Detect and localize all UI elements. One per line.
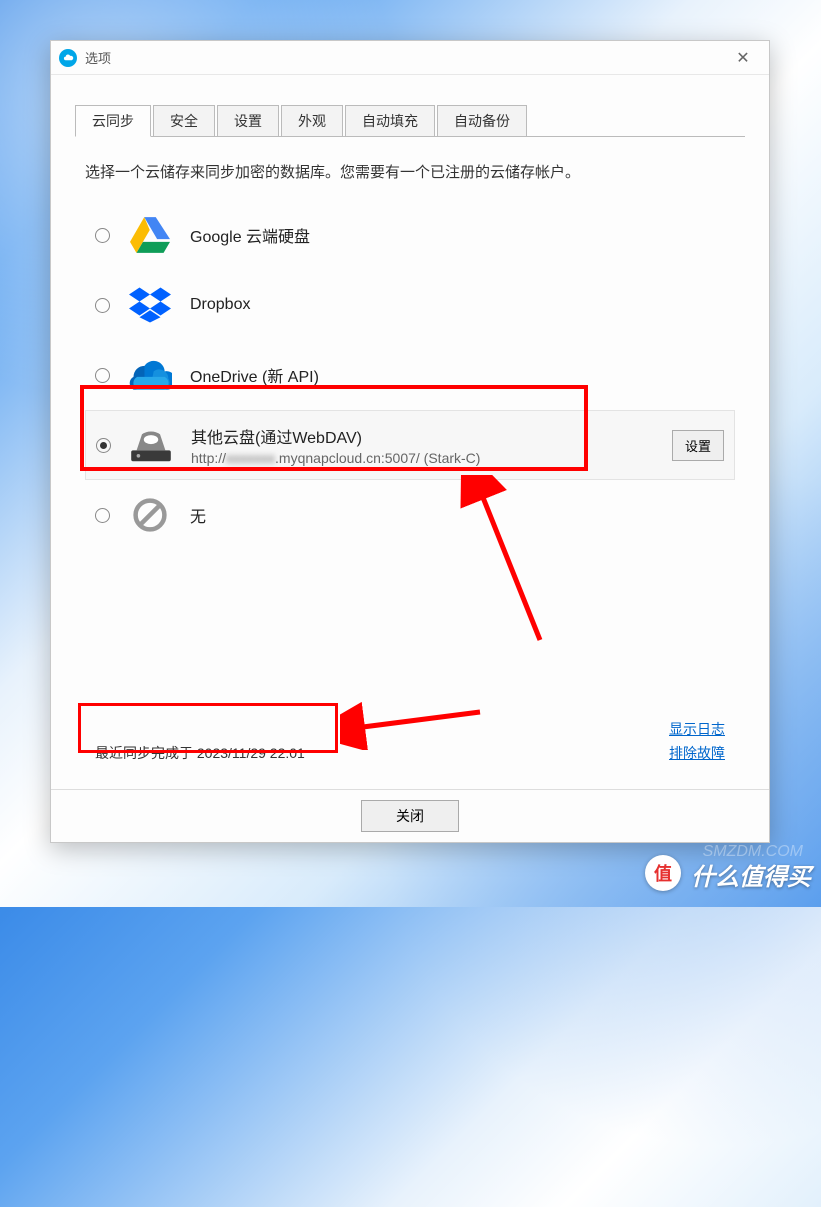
tab-bar: 云同步 安全 设置 外观 自动填充 自动备份 (75, 105, 745, 137)
footer-links: 显示日志 排除故障 (669, 719, 725, 763)
app-icon (59, 49, 77, 67)
close-icon[interactable]: ✕ (725, 44, 761, 72)
instruction-text: 选择一个云储存来同步加密的数据库。您需要有一个已注册的云储存帐户。 (85, 161, 735, 182)
tab-autofill[interactable]: 自动填充 (345, 105, 435, 136)
option-label: 其他云盘(通过WebDAV) (191, 424, 654, 448)
option-label: 无 (190, 503, 725, 527)
dropbox-icon (128, 285, 172, 325)
radio-dropbox[interactable] (95, 298, 110, 313)
options-dialog: 选项 ✕ 云同步 安全 设置 外观 自动填充 自动备份 选择一个云储存来同步加密… (50, 40, 770, 843)
option-onedrive[interactable]: OneDrive (新 API) (85, 340, 735, 410)
none-icon (128, 495, 172, 535)
footer-row: 最近同步完成于 2023/11/29 22:01 显示日志 排除故障 (85, 713, 735, 779)
sync-status: 最近同步完成于 2023/11/29 22:01 (95, 743, 305, 763)
webdav-icon (129, 425, 173, 465)
tab-autobackup[interactable]: 自动备份 (437, 105, 527, 136)
option-google-drive[interactable]: Google 云端硬盘 (85, 200, 735, 270)
troubleshoot-link[interactable]: 排除故障 (669, 743, 725, 763)
option-webdav[interactable]: 其他云盘(通过WebDAV) http://xxxxxxx.myqnapclou… (85, 410, 735, 480)
close-button[interactable]: 关闭 (361, 800, 459, 832)
watermark-badge: 值 (645, 855, 681, 891)
radio-webdav[interactable] (96, 438, 111, 453)
bottom-bar: 关闭 (51, 789, 769, 842)
google-drive-icon (128, 215, 172, 255)
option-label: OneDrive (新 API) (190, 363, 725, 387)
show-log-link[interactable]: 显示日志 (669, 719, 725, 739)
webdav-url: http://xxxxxxx.myqnapcloud.cn:5007/ (Sta… (191, 450, 654, 466)
window-title: 选项 (85, 48, 725, 67)
option-none[interactable]: 无 (85, 480, 735, 550)
radio-onedrive[interactable] (95, 368, 110, 383)
cloud-options: Google 云端硬盘 Dropbox OneDrive (新 API) (85, 200, 735, 550)
option-dropbox[interactable]: Dropbox (85, 270, 735, 340)
tab-settings[interactable]: 设置 (217, 105, 279, 136)
radio-google-drive[interactable] (95, 228, 110, 243)
watermark-text: 什么值得买 (691, 857, 811, 892)
dialog-content: 云同步 安全 设置 外观 自动填充 自动备份 选择一个云储存来同步加密的数据库。… (51, 75, 769, 789)
tab-appearance[interactable]: 外观 (281, 105, 343, 136)
tab-cloud-sync[interactable]: 云同步 (75, 105, 151, 137)
tab-security[interactable]: 安全 (153, 105, 215, 136)
onedrive-icon (128, 355, 172, 395)
titlebar: 选项 ✕ (51, 41, 769, 75)
tab-body: 选择一个云储存来同步加密的数据库。您需要有一个已注册的云储存帐户。 Google… (75, 137, 745, 789)
webdav-settings-button[interactable]: 设置 (672, 430, 724, 461)
option-label: Dropbox (190, 296, 725, 314)
radio-none[interactable] (95, 508, 110, 523)
option-label: Google 云端硬盘 (190, 223, 725, 247)
